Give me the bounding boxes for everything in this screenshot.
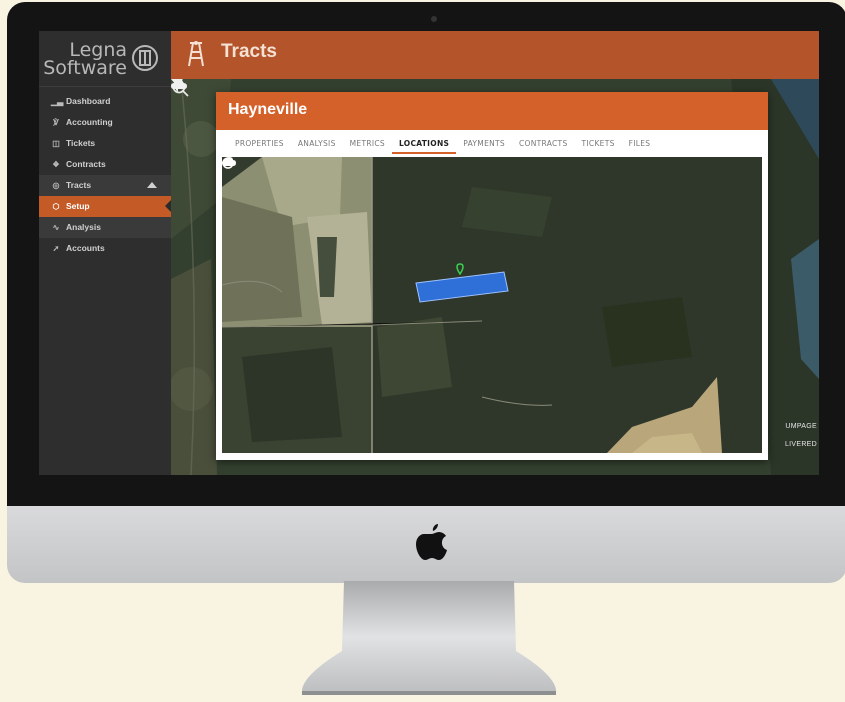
tract-detail-modal: Hayneville PROPERTIES ANALYSIS METRICS L…	[216, 92, 768, 460]
sidebar-item-analysis[interactable]: ∿ Analysis	[39, 217, 171, 238]
locate-icon[interactable]	[222, 157, 234, 169]
location-map[interactable]	[222, 157, 762, 453]
app-screen: Legna Software ▁▃ Dashboard ℣ Accounting…	[39, 31, 819, 475]
brand-line-2: Software	[43, 57, 127, 79]
tab-properties[interactable]: PROPERTIES	[228, 138, 291, 154]
bar-chart-icon: ▁▃	[51, 97, 64, 106]
page-title: Tracts	[221, 41, 277, 62]
map-label: UMPAGE	[785, 423, 817, 430]
monitor-stand	[301, 581, 557, 695]
tab-analysis[interactable]: ANALYSIS	[291, 138, 343, 154]
survey-tower-icon	[188, 41, 204, 67]
sidebar-item-label: Dashboard	[66, 96, 111, 106]
satellite-imagery	[222, 157, 762, 453]
apple-logo-icon	[416, 524, 447, 560]
sidebar-item-setup[interactable]: ⬡ Setup	[39, 196, 172, 217]
tab-contracts[interactable]: CONTRACTS	[512, 138, 575, 154]
modal-title: Hayneville	[228, 101, 308, 118]
brand[interactable]: Legna Software	[39, 31, 171, 87]
brand-logo-icon	[132, 45, 158, 71]
sidebar-item-label: Tracts	[66, 180, 92, 190]
tab-locations[interactable]: LOCATIONS	[391, 138, 457, 154]
map-label: LIVERED	[784, 441, 817, 448]
tab-metrics[interactable]: METRICS	[343, 138, 392, 154]
sidebar-nav: ▁▃ Dashboard ℣ Accounting ◫ Tickets ❖ Co…	[39, 91, 172, 259]
sidebar-item-tracts[interactable]: ◎ Tracts	[39, 175, 171, 196]
sidebar-item-label: Contracts	[66, 159, 106, 169]
sidebar-item-tickets[interactable]: ◫ Tickets	[39, 133, 171, 154]
hexagon-icon: ⬡	[52, 202, 60, 211]
sidebar-item-accounting[interactable]: ℣ Accounting	[39, 112, 171, 133]
sidebar-item-label: Tickets	[66, 138, 96, 148]
arrow-icon: ➚	[52, 244, 60, 253]
page-header: Tracts	[171, 31, 819, 79]
sidebar-item-contracts[interactable]: ❖ Contracts	[39, 154, 171, 175]
tab-tickets[interactable]: TICKETS	[575, 138, 622, 154]
chevron-up-icon[interactable]	[147, 182, 157, 188]
modal-tabs: PROPERTIES ANALYSIS METRICS LOCATIONS PA…	[228, 138, 657, 156]
modal-header: Hayneville	[216, 92, 768, 130]
filter-icon[interactable]	[171, 79, 183, 92]
clipboard-icon: ◫	[52, 139, 60, 148]
trend-icon: ∿	[52, 223, 60, 232]
brand-wordmark: Legna Software	[43, 41, 127, 79]
sidebar-item-accounts[interactable]: ➚ Accounts	[39, 238, 171, 259]
sidebar-item-label: Analysis	[66, 222, 101, 232]
contract-icon: ❖	[52, 160, 60, 169]
sidebar-item-dashboard[interactable]: ▁▃ Dashboard	[39, 91, 171, 112]
tab-payments[interactable]: PAYMENTS	[456, 138, 512, 154]
camera-dot	[431, 16, 437, 22]
sidebar-item-label: Setup	[66, 201, 90, 211]
sidebar-item-label: Accounts	[66, 243, 105, 253]
sidebar-item-label: Accounting	[66, 117, 113, 127]
tab-files[interactable]: FILES	[622, 138, 658, 154]
sidebar: Legna Software ▁▃ Dashboard ℣ Accounting…	[39, 31, 172, 475]
target-icon: ◎	[52, 181, 60, 190]
balance-icon: ℣	[53, 118, 59, 127]
